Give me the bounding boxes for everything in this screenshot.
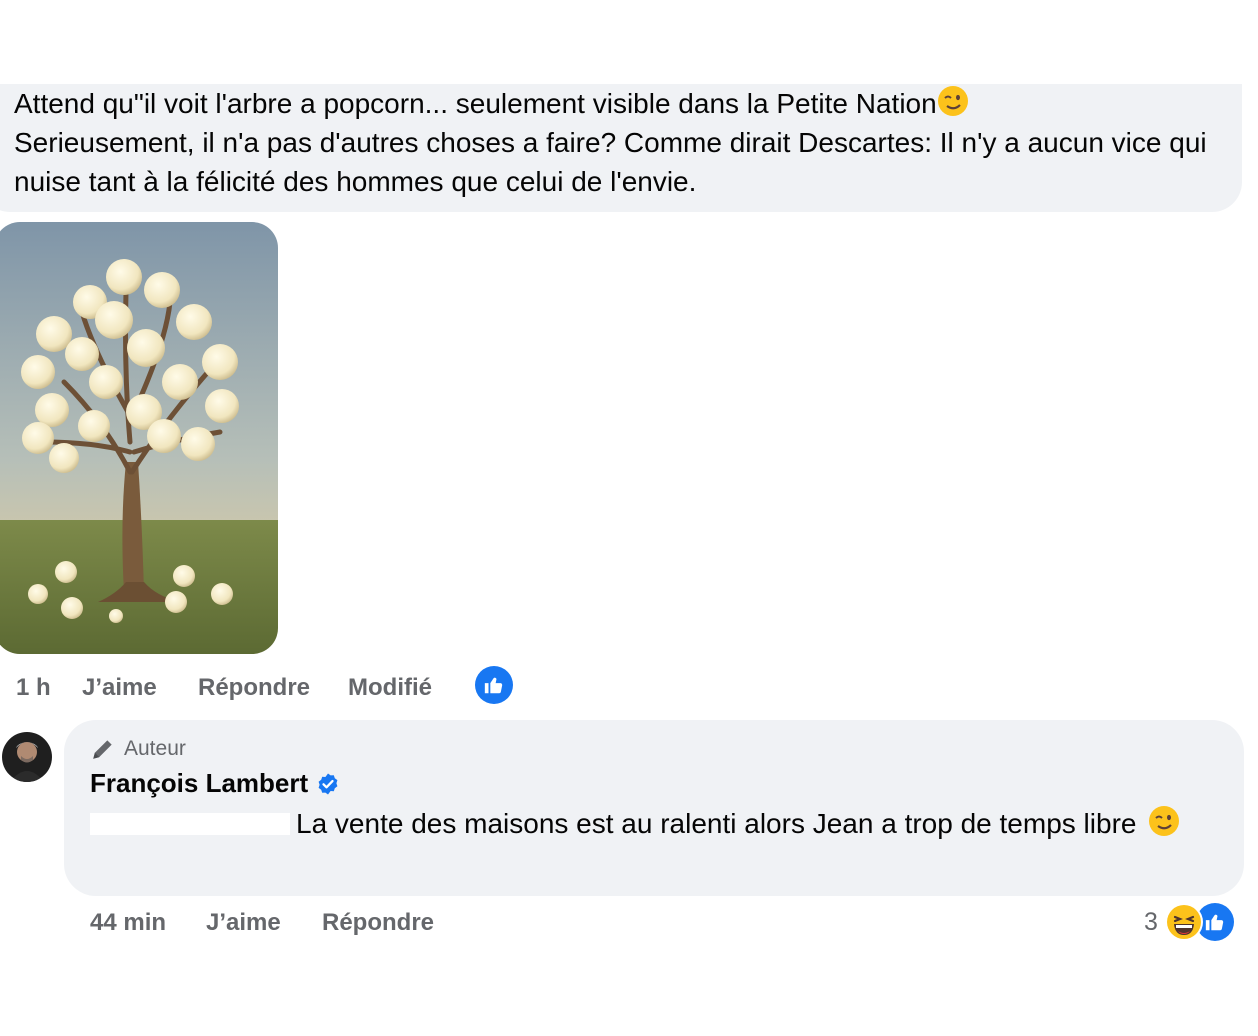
comment-image[interactable] [0, 222, 278, 654]
wink-emoji-icon [1149, 806, 1180, 836]
author-name[interactable]: François Lambert [90, 768, 308, 799]
author-avatar-image [2, 732, 52, 782]
reply-text: La vente des maisons est au ralenti alor… [90, 804, 1210, 843]
author-badge-label: Auteur [124, 737, 186, 760]
comment-bubble: Attend qu"il voit l'arbre a popcorn... s… [0, 84, 1242, 212]
reply-time[interactable]: 44 min [90, 909, 166, 937]
author-badge-row: Auteur [90, 736, 186, 762]
pencil-icon [93, 740, 112, 759]
reply-bubble: Auteur François Lambert La vente des mai… [64, 720, 1244, 896]
avatar[interactable] [2, 732, 52, 782]
reaction-count: 3 [1144, 908, 1158, 936]
laughing-emoji-icon [1165, 903, 1203, 941]
edited-label[interactable]: Modifié [348, 674, 432, 702]
author-name-row: François Lambert [90, 768, 340, 799]
redacted-mention [90, 813, 290, 835]
like-button[interactable]: J’aime [82, 674, 157, 702]
reply-button[interactable]: Répondre [198, 674, 310, 702]
reply-button[interactable]: Répondre [322, 909, 434, 937]
wink-emoji-icon [937, 86, 968, 116]
thumbs-up-icon [484, 677, 503, 694]
comment-time[interactable]: 1 h [16, 674, 51, 702]
like-button[interactable]: J’aime [206, 909, 281, 937]
comment-text: Attend qu"il voit l'arbre a popcorn... s… [14, 84, 1214, 201]
popcorn-tree-image [0, 222, 278, 654]
thumbs-up-icon [1205, 914, 1224, 931]
like-reaction-badge[interactable] [475, 666, 513, 704]
verified-badge-icon [318, 773, 338, 794]
